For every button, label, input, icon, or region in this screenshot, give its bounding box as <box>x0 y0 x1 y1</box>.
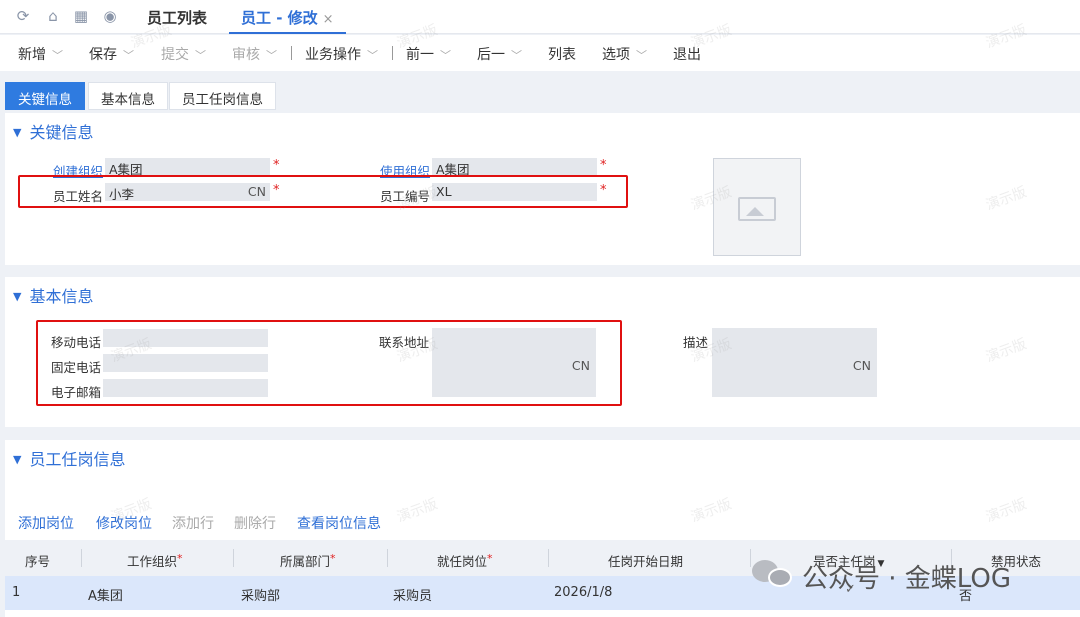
col-department-text: 所属部门 <box>280 554 331 569</box>
chevron-down-icon[interactable]: ﹀ <box>123 49 134 62</box>
view-post-info-button[interactable]: 查看岗位信息 <box>297 513 381 533</box>
image-placeholder-icon <box>738 197 776 221</box>
post-info-title-text: 员工任岗信息 <box>29 450 126 469</box>
wechat-account-text: 公众号 · 金蝶LOG <box>802 564 1011 594</box>
key-info-title[interactable]: ▼ 关键信息 <box>13 119 93 143</box>
save-button-label: 保存 <box>89 47 117 63</box>
col-position[interactable]: 就任岗位* <box>437 551 493 570</box>
list-button[interactable]: 列表 <box>548 44 576 64</box>
save-button[interactable]: 保存 ﹀ <box>89 44 134 64</box>
key-info-title-text: 关键信息 <box>29 123 94 142</box>
cell-position[interactable]: 采购员 <box>393 585 432 604</box>
chevron-down-icon[interactable]: ﹀ <box>195 49 206 62</box>
tab-employee-edit[interactable]: 员工 - 修改 × <box>229 0 346 34</box>
basic-info-title[interactable]: ▼ 基本信息 <box>13 283 93 307</box>
add-post-button[interactable]: 添加岗位 <box>18 513 74 533</box>
submit-button-label: 提交 <box>161 47 189 63</box>
exit-button[interactable]: 退出 <box>673 44 701 64</box>
tab-basic-info[interactable]: 基本信息 <box>88 82 168 110</box>
collapse-triangle-icon[interactable]: ▼ <box>13 453 21 466</box>
chevron-down-icon[interactable]: ﹀ <box>440 49 451 62</box>
required-mark: * <box>487 552 493 565</box>
required-mark: * <box>600 158 607 173</box>
employee-photo[interactable] <box>713 158 801 256</box>
use-org-field[interactable]: A集团 <box>432 158 597 177</box>
chevron-down-icon[interactable]: ﹀ <box>52 49 63 62</box>
submit-button[interactable]: 提交 ﹀ <box>161 44 206 64</box>
audit-button[interactable]: 审核 ﹀ <box>232 44 277 64</box>
collapse-triangle-icon[interactable]: ▼ <box>13 290 21 303</box>
chevron-down-icon[interactable]: ﹀ <box>266 49 277 62</box>
cell-index: 1 <box>12 585 21 600</box>
options-button[interactable]: 选项 ﹀ <box>602 44 647 64</box>
column-divider <box>387 549 388 567</box>
new-button-label: 新增 <box>18 47 46 63</box>
description-field[interactable]: CN <box>712 328 877 397</box>
col-index[interactable]: 序号 <box>25 551 50 570</box>
col-position-text: 就任岗位 <box>437 554 488 569</box>
options-button-label: 选项 <box>602 47 630 63</box>
col-department[interactable]: 所属部门* <box>280 551 336 570</box>
column-divider <box>81 549 82 567</box>
previous-button[interactable]: 前一 ﹀ <box>406 44 451 64</box>
highlight-box <box>18 175 628 208</box>
top-tab-bar: ⟳ ⌂ ▦ ◉ 员工列表 员工 - 修改 × <box>0 0 1080 34</box>
col-work-org-text: 工作组织 <box>127 554 178 569</box>
tab-employee-list[interactable]: 员工列表 <box>147 7 207 28</box>
required-mark: * <box>273 158 280 173</box>
toolbar-divider <box>291 46 292 60</box>
post-info-title[interactable]: ▼ 员工任岗信息 <box>13 446 125 470</box>
audit-button-label: 审核 <box>232 47 260 63</box>
cell-work-org[interactable]: A集团 <box>88 585 123 604</box>
column-divider <box>233 549 234 567</box>
basic-info-panel: ▼ 基本信息 移动电话 固定电话 电子邮箱 联系地址 CN 描述 CN <box>5 277 1080 427</box>
next-button-label: 后一 <box>477 47 505 63</box>
tab-employee-edit-label: 员工 - 修改 <box>241 9 318 27</box>
chevron-down-icon[interactable]: ﹀ <box>636 49 647 62</box>
previous-button-label: 前一 <box>406 47 434 63</box>
required-mark: * <box>330 552 336 565</box>
col-start-date[interactable]: 任岗开始日期 <box>608 551 683 570</box>
create-org-field[interactable]: A集团 <box>105 158 270 177</box>
toolbar-divider <box>392 46 393 60</box>
key-info-panel: ▼ 关键信息 创建组织 A集团 * 使用组织 A集团 * 员工姓名 小李 CN *… <box>5 113 1080 265</box>
required-mark: * <box>177 552 183 565</box>
description-label: 描述 <box>683 335 709 350</box>
business-ops-button[interactable]: 业务操作 ﹀ <box>305 44 378 64</box>
cell-department[interactable]: 采购部 <box>241 585 280 604</box>
column-divider <box>548 549 549 567</box>
highlight-box <box>36 320 622 406</box>
basic-info-title-text: 基本信息 <box>29 287 94 306</box>
add-row-button[interactable]: 添加行 <box>172 513 214 533</box>
wechat-icon <box>768 568 792 587</box>
delete-row-button[interactable]: 删除行 <box>234 513 276 533</box>
chevron-down-icon[interactable]: ﹀ <box>367 49 378 62</box>
column-divider <box>750 549 751 567</box>
home-icon[interactable]: ⌂ <box>44 7 62 25</box>
app-logo-icon[interactable]: ⟳ <box>14 7 32 25</box>
chevron-down-icon[interactable]: ﹀ <box>511 49 522 62</box>
edit-post-button[interactable]: 修改岗位 <box>96 513 152 533</box>
new-button[interactable]: 新增 ﹀ <box>18 44 63 64</box>
collapse-triangle-icon[interactable]: ▼ <box>13 126 21 139</box>
multilang-button[interactable]: CN <box>853 358 871 373</box>
message-icon[interactable]: ◉ <box>101 7 119 25</box>
close-icon[interactable]: × <box>323 12 334 27</box>
tab-key-info[interactable]: 关键信息 <box>5 82 85 110</box>
toolbar: 新增 ﹀ 保存 ﹀ 提交 ﹀ 审核 ﹀ 业务操作 ﹀ 前一 ﹀ 后一 ﹀ 列表 选项 ﹀ 退出 <box>0 35 1080 71</box>
apps-grid-icon[interactable]: ▦ <box>72 7 90 25</box>
col-work-org[interactable]: 工作组织* <box>127 551 183 570</box>
tab-post-info[interactable]: 员工任岗信息 <box>169 82 276 110</box>
business-ops-button-label: 业务操作 <box>305 47 361 63</box>
next-button[interactable]: 后一 ﹀ <box>477 44 522 64</box>
cell-start-date[interactable]: 2026/1/8 <box>554 585 612 600</box>
section-tabs: 关键信息 基本信息 员工任岗信息 <box>0 76 1080 112</box>
